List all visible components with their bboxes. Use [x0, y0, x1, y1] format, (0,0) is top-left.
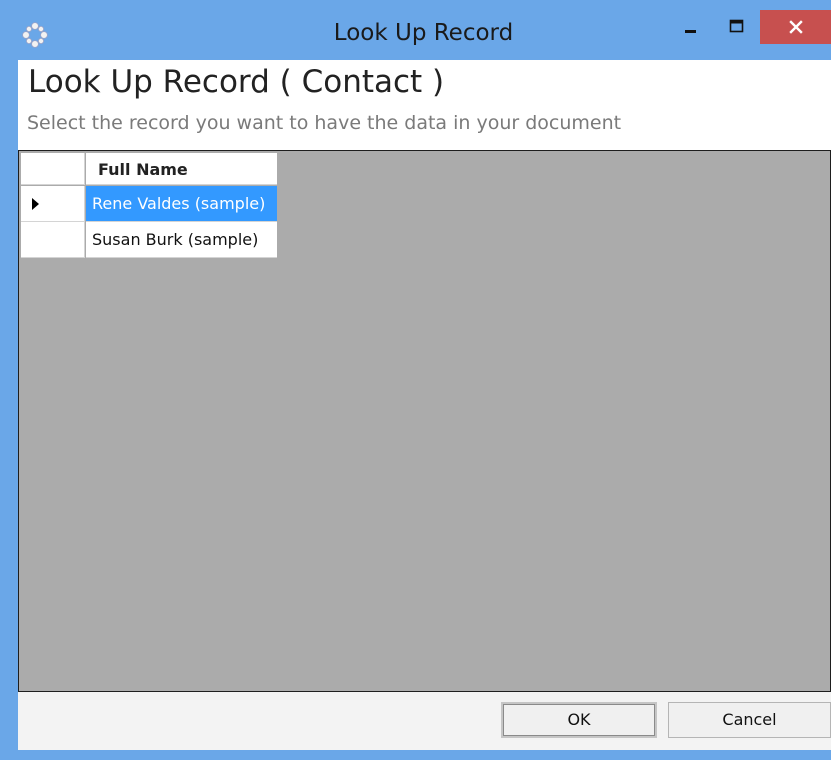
table-row-cell-full-name[interactable]: Susan Burk (sample): [86, 222, 277, 258]
column-header-full-name[interactable]: Full Name: [86, 153, 277, 185]
table-row-cell-full-name[interactable]: Rene Valdes (sample): [86, 186, 277, 222]
title-bar[interactable]: Look Up Record: [0, 0, 831, 60]
close-icon: [788, 20, 803, 34]
lookup-dialog-window: Look Up Record Look Up Record ( Contact …: [0, 0, 831, 760]
dialog-content: Look Up Record ( Contact ) Select the re…: [18, 60, 831, 750]
grid-corner-header[interactable]: [21, 153, 85, 185]
row-header-2[interactable]: [21, 222, 85, 258]
records-grid[interactable]: Full Name Rene Valdes (sample) Susan Bur…: [18, 150, 831, 692]
close-button[interactable]: [760, 10, 831, 44]
maximize-button[interactable]: [714, 10, 760, 44]
minimize-button[interactable]: [668, 10, 714, 44]
ok-button[interactable]: OK: [501, 702, 657, 738]
page-subtitle: Select the record you want to have the d…: [27, 112, 622, 134]
page-title: Look Up Record ( Contact ): [28, 64, 445, 100]
row-header-1[interactable]: [21, 186, 85, 222]
dialog-footer: OK Cancel: [18, 692, 831, 750]
current-row-arrow-icon: [32, 198, 39, 210]
minimize-icon: [685, 30, 696, 33]
cancel-button[interactable]: Cancel: [668, 702, 831, 738]
maximize-icon: [729, 19, 744, 33]
